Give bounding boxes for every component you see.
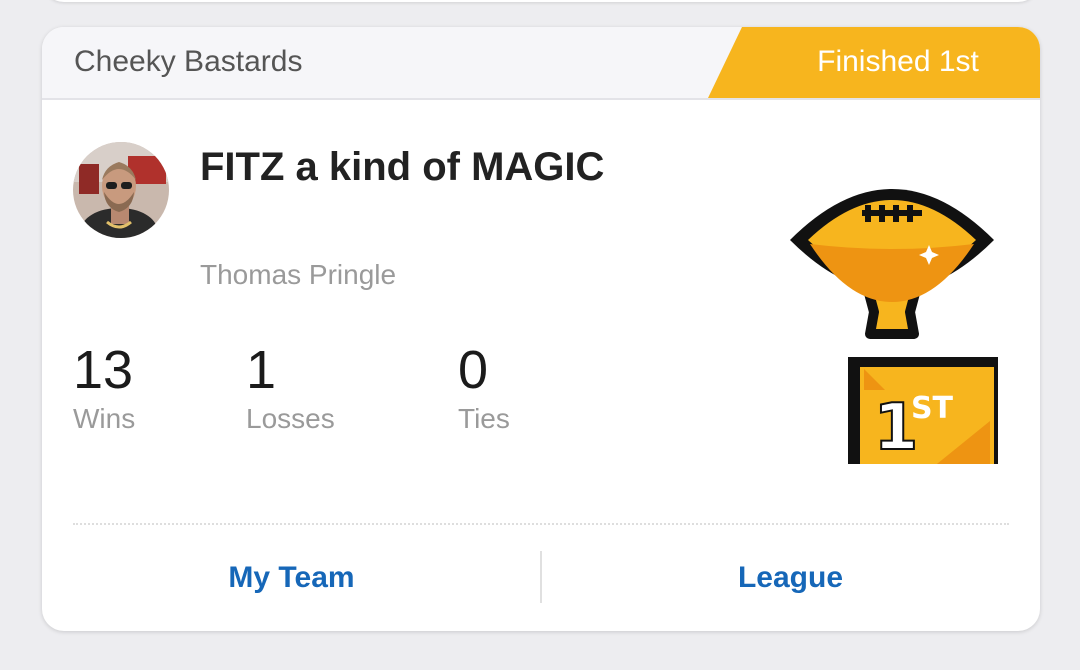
owner-name: Thomas Pringle: [200, 259, 397, 290]
stat-ties: 0 Ties: [458, 340, 510, 436]
trophy-place-suffix: ST: [911, 391, 954, 426]
stat-label: Ties: [458, 403, 510, 434]
footer-divider: [73, 523, 1009, 525]
stat-losses: 1 Losses: [246, 340, 335, 436]
my-team-link[interactable]: My Team: [42, 552, 541, 604]
first-place-trophy-icon: 1 ST: [786, 172, 1006, 481]
previous-card-edge: [42, 0, 1040, 2]
stat-value: 1: [246, 340, 277, 400]
stat-label: Wins: [73, 403, 136, 434]
card-header: Cheeky Bastards Finished 1st: [42, 27, 1040, 100]
avatar[interactable]: [73, 142, 169, 238]
stat-value: 13: [73, 340, 134, 400]
finish-badge: Finished 1st: [708, 27, 1040, 98]
stat-wins: 13 Wins: [73, 340, 135, 436]
finish-label: Finished 1st: [817, 45, 979, 78]
stat-value: 0: [458, 340, 489, 400]
league-result-card: Cheeky Bastards Finished 1st FITZ a kind…: [42, 27, 1040, 631]
stat-label: Losses: [246, 403, 335, 434]
trophy-graphic: 1 ST: [790, 189, 1006, 481]
league-name: Cheeky Bastards: [74, 45, 303, 78]
league-link[interactable]: League: [541, 552, 1040, 604]
avatar-photo: [73, 142, 169, 238]
team-name[interactable]: FITZ a kind of MAGIC: [200, 142, 604, 192]
